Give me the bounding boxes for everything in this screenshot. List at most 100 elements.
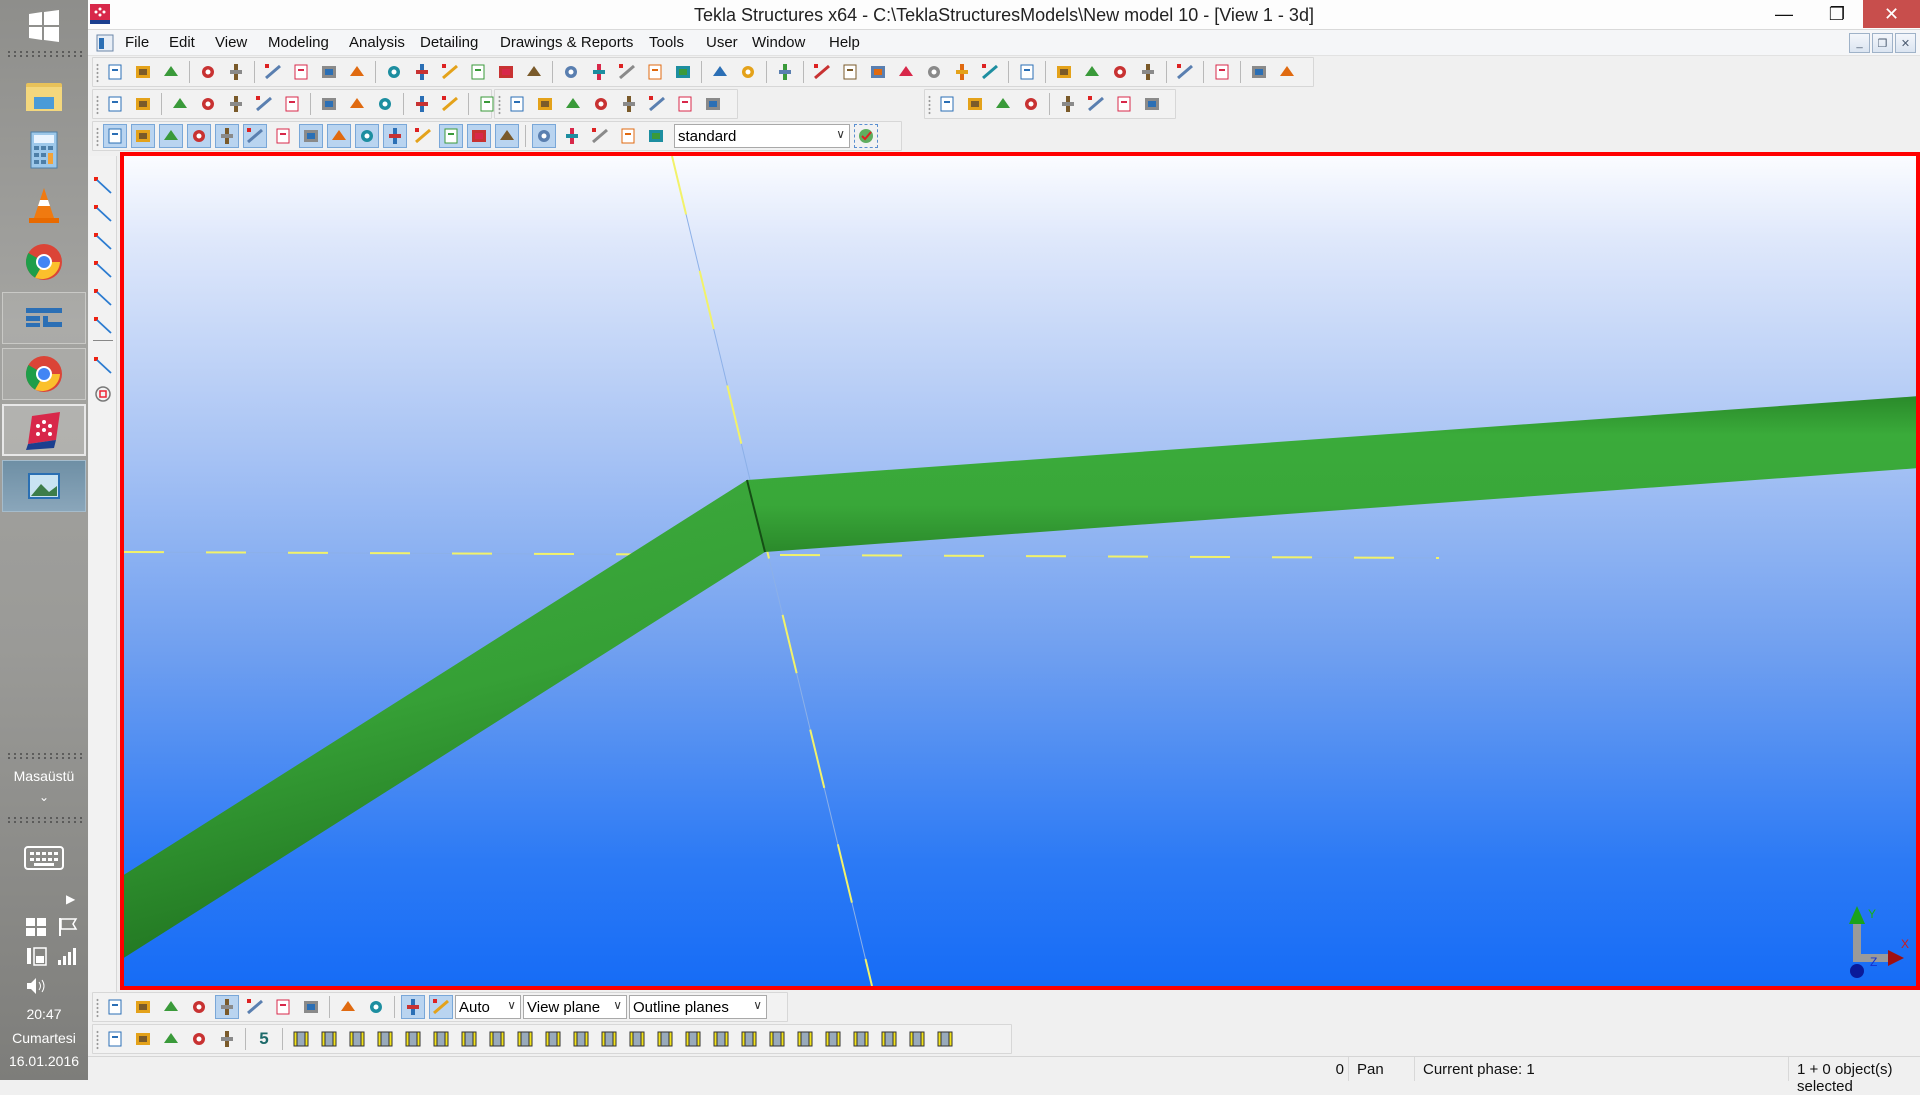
- shear-plate-button[interactable]: [429, 1027, 453, 1051]
- taskbar-chrome-2[interactable]: [2, 348, 86, 400]
- selection-filter-dropdown[interactable]: standard ∨: [674, 124, 850, 148]
- schedule-button[interactable]: [1108, 60, 1132, 84]
- help-button[interactable]: [773, 60, 797, 84]
- menu-user[interactable]: User: [706, 34, 738, 51]
- print-button[interactable]: [317, 60, 341, 84]
- reinforcement-mesh-button[interactable]: [438, 92, 462, 116]
- snap-free-button[interactable]: [364, 995, 388, 1019]
- snap-perpendicular-button[interactable]: [243, 995, 267, 1019]
- stair-button[interactable]: [765, 1027, 789, 1051]
- taskbar-file-explorer[interactable]: [2, 70, 86, 122]
- arc-button[interactable]: [922, 60, 946, 84]
- select-objects-in-assembly-button[interactable]: [532, 124, 556, 148]
- touch-keyboard-icon[interactable]: [24, 846, 64, 874]
- profile-button[interactable]: [963, 92, 987, 116]
- clip-angle-button[interactable]: [373, 1027, 397, 1051]
- cut-line-button[interactable]: [1056, 92, 1080, 116]
- connection-two-sided-button[interactable]: [597, 1027, 621, 1051]
- show-hidden-icons-icon[interactable]: ▶: [66, 892, 75, 906]
- restore-button[interactable]: ❐: [1814, 0, 1860, 28]
- bolt-button[interactable]: [168, 92, 192, 116]
- import-button[interactable]: [1247, 60, 1271, 84]
- menu-drawings-reports[interactable]: Drawings & Reports: [500, 34, 633, 51]
- applications-components-button[interactable]: [131, 1027, 155, 1051]
- plate-button[interactable]: [345, 92, 369, 116]
- new-button[interactable]: [103, 60, 127, 84]
- flag-icon[interactable]: [58, 918, 78, 940]
- polyline-button[interactable]: [91, 202, 115, 226]
- move-special-button[interactable]: [671, 60, 695, 84]
- export-button[interactable]: [1275, 60, 1299, 84]
- menu-window[interactable]: Window: [752, 34, 805, 51]
- desktop-chevron-icon[interactable]: ⌄: [0, 790, 88, 804]
- select-components-in-components-button[interactable]: [616, 124, 640, 148]
- select-bolts-button[interactable]: [439, 124, 463, 148]
- minimize-button[interactable]: —: [1761, 0, 1807, 28]
- select-loads-button[interactable]: [467, 124, 491, 148]
- document-system-menu-icon[interactable]: [96, 34, 114, 56]
- channel-button[interactable]: [401, 1027, 425, 1051]
- taskbar-photos[interactable]: [2, 460, 86, 512]
- view-restore-button[interactable]: ❐: [1872, 33, 1893, 53]
- perpendicular-button[interactable]: [91, 258, 115, 282]
- settings-button[interactable]: [991, 92, 1015, 116]
- menu-file[interactable]: File: [125, 34, 149, 51]
- view-minimize-button[interactable]: _: [1849, 33, 1870, 53]
- object-cut-button[interactable]: [1140, 92, 1164, 116]
- polybeam-button[interactable]: [280, 92, 304, 116]
- filter-settings-button[interactable]: [854, 124, 878, 148]
- view-list-button[interactable]: [410, 60, 434, 84]
- concrete-pad-button[interactable]: [645, 92, 669, 116]
- menu-edit[interactable]: Edit: [169, 34, 195, 51]
- snap-any-position-button[interactable]: [299, 995, 323, 1019]
- numbering-button[interactable]: [708, 60, 732, 84]
- beam-button[interactable]: [224, 92, 248, 116]
- close-button[interactable]: ✕: [1863, 0, 1920, 28]
- next-button[interactable]: [215, 1027, 239, 1051]
- concrete-strip-button[interactable]: [673, 92, 697, 116]
- bracing-button[interactable]: [289, 1027, 313, 1051]
- menu-analysis[interactable]: Analysis: [349, 34, 405, 51]
- battery-icon[interactable]: [26, 946, 48, 970]
- snap-line-extension-button[interactable]: [271, 995, 295, 1019]
- clock-day[interactable]: Cumartesi: [0, 1030, 88, 1046]
- taskbar-vlc[interactable]: [2, 180, 86, 232]
- snap-intersection-button[interactable]: [215, 995, 239, 1019]
- connection-beam-button[interactable]: [569, 1027, 593, 1051]
- circle-center-button[interactable]: [91, 382, 115, 406]
- lifting-insert-button[interactable]: [933, 1027, 957, 1051]
- find-button[interactable]: [935, 92, 959, 116]
- scene-canvas[interactable]: [124, 156, 1916, 986]
- taskbar-chrome[interactable]: [2, 236, 86, 288]
- view-properties-button[interactable]: [382, 60, 406, 84]
- clock-date[interactable]: 16.01.2016: [0, 1053, 88, 1069]
- select-parts-button[interactable]: [131, 124, 155, 148]
- move-button[interactable]: [643, 60, 667, 84]
- plane-dropdown[interactable]: View plane ∨: [523, 995, 627, 1019]
- select-components-button[interactable]: [383, 124, 407, 148]
- menu-tools[interactable]: Tools: [649, 34, 684, 51]
- menu-help[interactable]: Help: [829, 34, 860, 51]
- tekla-warehouse-button[interactable]: [1173, 60, 1197, 84]
- planes-display-dropdown[interactable]: Outline planes ∨: [629, 995, 767, 1019]
- taskbar-tekla-structures[interactable]: [2, 404, 86, 456]
- part-copy-button[interactable]: [559, 60, 583, 84]
- network-signal-icon[interactable]: [56, 946, 78, 970]
- copy-special-button[interactable]: [289, 60, 313, 84]
- moment-connection-button[interactable]: [877, 1027, 901, 1051]
- select-all-in-view-button[interactable]: [644, 124, 668, 148]
- select-reinforcement-button[interactable]: [327, 124, 351, 148]
- concrete-item-button[interactable]: [701, 92, 725, 116]
- haunch-button[interactable]: [485, 1027, 509, 1051]
- joist-button[interactable]: [793, 1027, 817, 1051]
- select-all-objects-button[interactable]: [103, 124, 127, 148]
- document-manager-button[interactable]: [438, 60, 462, 84]
- snap-reference-lines-button[interactable]: [103, 995, 127, 1019]
- concrete-polybeam-button[interactable]: [561, 92, 585, 116]
- report-button[interactable]: [345, 60, 369, 84]
- surface-button[interactable]: [1019, 92, 1043, 116]
- concrete-beam-button[interactable]: [533, 92, 557, 116]
- select-views-button[interactable]: [355, 124, 379, 148]
- tube-gusset-button[interactable]: [541, 1027, 565, 1051]
- parallel-line-button[interactable]: [91, 230, 115, 254]
